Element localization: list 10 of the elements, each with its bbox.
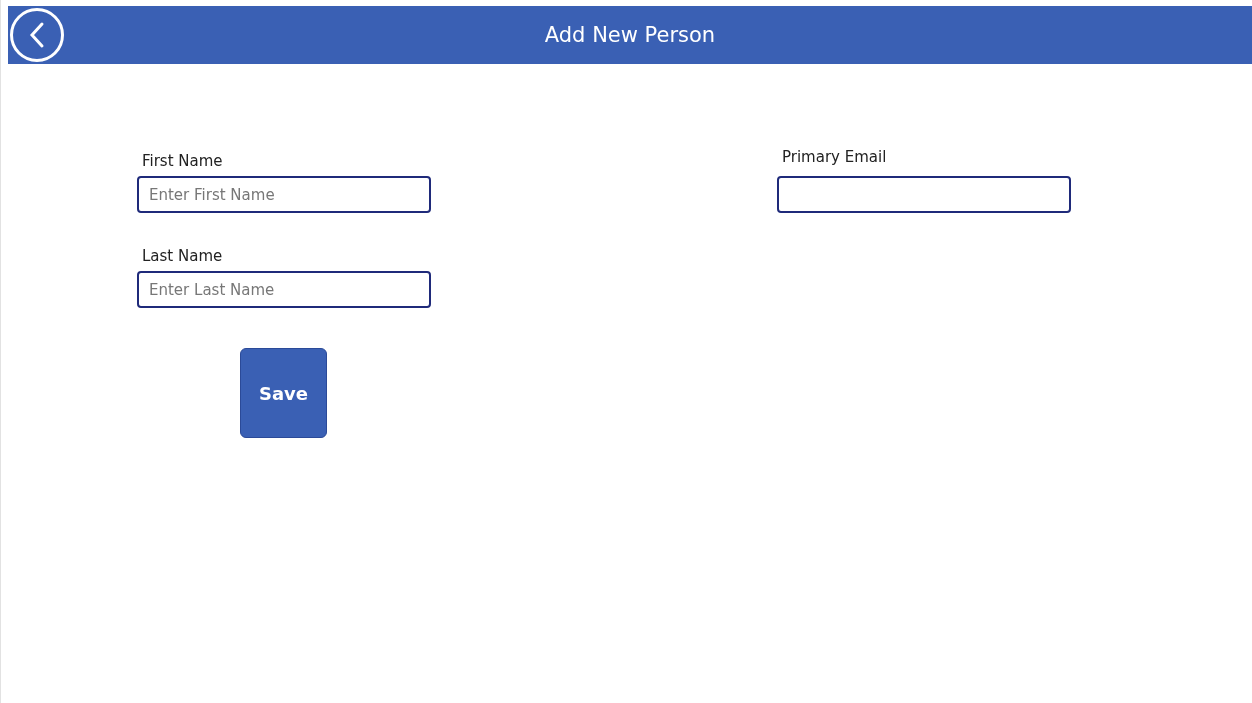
input-field[interactable]: Enter First Name <box>137 176 431 213</box>
back-icon <box>28 21 46 49</box>
input-field[interactable]: Enter Last Name <box>137 271 431 308</box>
field-label: Primary Email <box>782 148 888 166</box>
save-button[interactable]: Save <box>240 348 327 438</box>
field-label: First Name <box>142 152 224 170</box>
back-button[interactable] <box>10 8 64 62</box>
page-title: Add New Person <box>544 23 716 47</box>
field-label: Last Name <box>142 247 224 265</box>
input-field[interactable] <box>777 176 1071 213</box>
